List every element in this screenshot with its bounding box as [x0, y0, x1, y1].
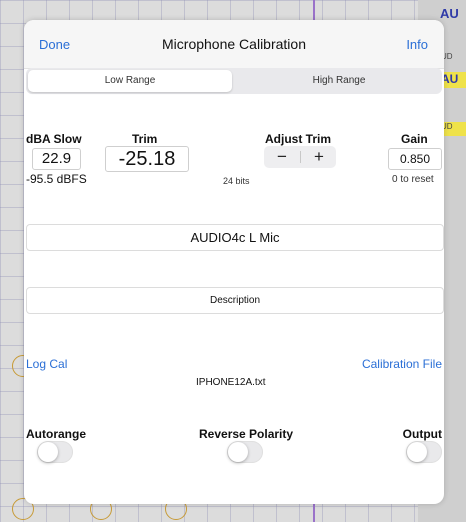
segment-high-range[interactable]: High Range — [236, 68, 442, 94]
log-cal-button[interactable]: Log Cal — [26, 357, 67, 371]
dbfs-value: -95.5 dBFS — [26, 172, 87, 186]
autorange-toggle[interactable] — [37, 441, 73, 463]
reverse-polarity-toggle[interactable] — [227, 441, 263, 463]
calibration-dialog: Done Microphone Calibration Info Low Ran… — [24, 20, 444, 504]
trim-label: Trim — [132, 132, 158, 146]
dba-slow-value: 22.9 — [32, 148, 81, 170]
toggle-knob — [38, 442, 58, 462]
background-chip: AU — [441, 72, 466, 88]
background-chip: UD — [441, 52, 453, 61]
bits-label: 24 bits — [223, 176, 250, 186]
segment-low-range[interactable]: Low Range — [28, 70, 232, 92]
trim-stepper: − + — [264, 146, 336, 168]
info-button[interactable]: Info — [406, 37, 428, 52]
dialog-navbar: Done Microphone Calibration Info — [24, 20, 444, 69]
dialog-title: Microphone Calibration — [162, 36, 306, 52]
background-chip: UD — [441, 122, 466, 136]
toggle-knob — [228, 442, 248, 462]
description-field[interactable]: Description — [26, 287, 444, 314]
reverse-polarity-label: Reverse Polarity — [199, 427, 294, 441]
mic-name-field[interactable]: AUDIO4c L Mic — [26, 224, 444, 251]
toggle-knob — [407, 442, 427, 462]
trim-increment-button[interactable]: + — [301, 146, 337, 168]
output-label: Output — [402, 427, 442, 441]
gain-label: Gain — [401, 132, 428, 146]
trim-value[interactable]: -25.18 — [105, 146, 189, 172]
gain-reset-hint: 0 to reset — [392, 174, 434, 185]
output-toggle[interactable] — [406, 441, 442, 463]
dba-slow-label: dBA Slow — [26, 132, 82, 146]
autorange-label: Autorange — [26, 427, 86, 441]
adjust-trim-label: Adjust Trim — [265, 132, 332, 146]
background-label: AU — [440, 6, 459, 21]
trim-decrement-button[interactable]: − — [264, 146, 300, 168]
gain-input[interactable]: 0.850 — [388, 148, 442, 170]
range-segmented-control: Low Range High Range — [26, 68, 442, 94]
calibration-file-button[interactable]: Calibration File — [362, 357, 442, 371]
calibration-file-name: IPHONE12A.txt — [196, 377, 266, 388]
